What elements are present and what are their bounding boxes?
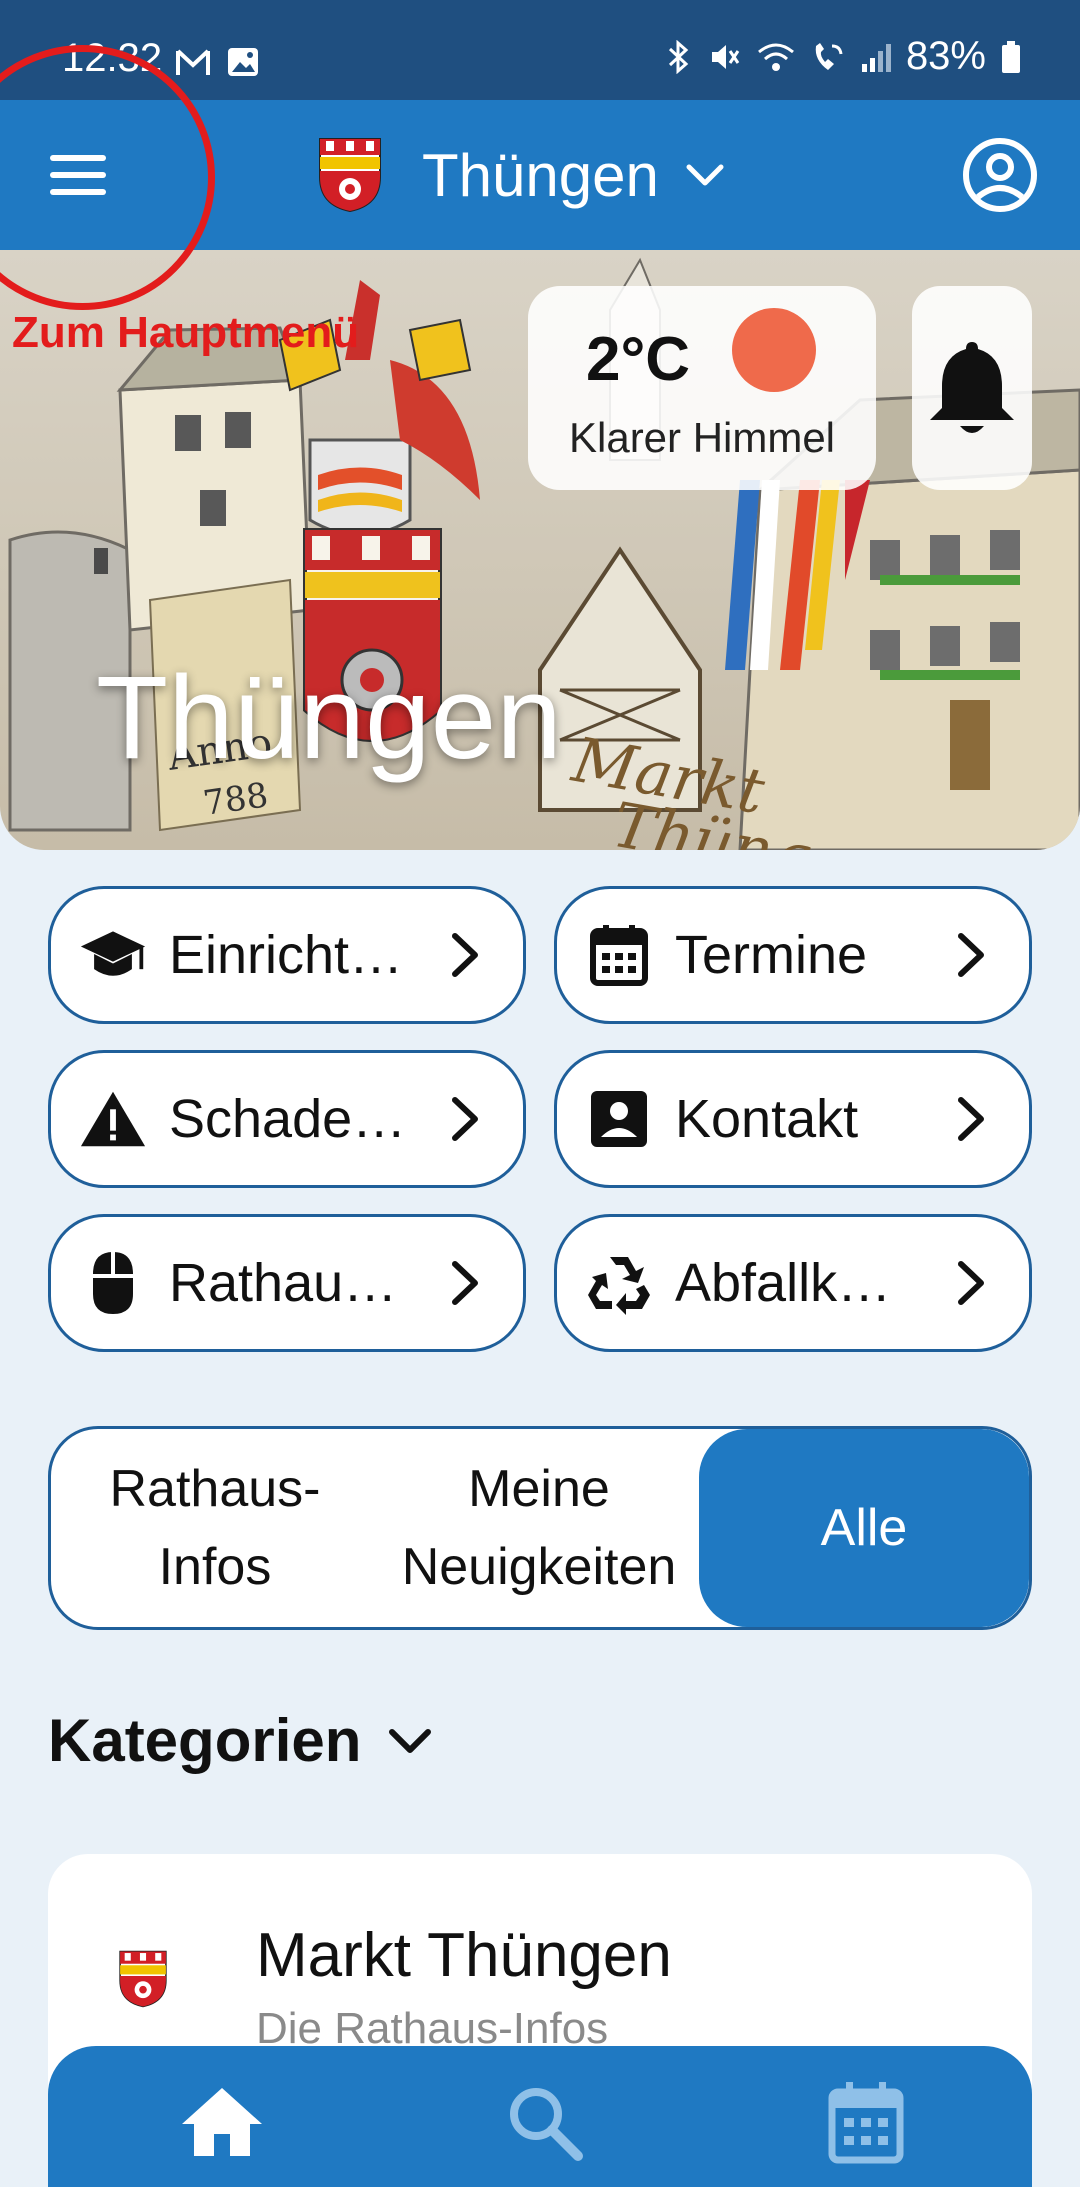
segment-label-line: Neuigkeiten bbox=[401, 1538, 677, 1596]
chevron-down-icon bbox=[686, 164, 724, 186]
gallery-icon bbox=[228, 48, 258, 76]
status-system-icons: 83% bbox=[664, 34, 1022, 79]
card-title: Markt Thüngen bbox=[256, 1921, 672, 1990]
sun-icon bbox=[732, 308, 816, 392]
categories-title: Kategorien bbox=[48, 1707, 362, 1774]
nav-search[interactable] bbox=[494, 2072, 594, 2172]
news-filter-segmented-control: Rathaus- Infos Meine Neuigkeiten Alle bbox=[48, 1426, 1032, 1630]
mouse-icon bbox=[79, 1249, 147, 1317]
quick-link-kontakt[interactable]: Kontakt bbox=[554, 1050, 1032, 1188]
gmail-icon bbox=[176, 49, 210, 75]
contact-card-icon bbox=[585, 1085, 653, 1153]
segment-label-line: Rathaus- bbox=[109, 1460, 321, 1518]
chevron-right-icon bbox=[958, 933, 984, 977]
quick-link-schadensmeldung[interactable]: Schade… bbox=[48, 1050, 526, 1188]
hero-title: Thüngen bbox=[96, 652, 562, 784]
wifi-icon bbox=[757, 43, 794, 71]
chevron-down-icon bbox=[389, 1728, 432, 1753]
calendar-icon bbox=[585, 921, 653, 989]
calendar-icon bbox=[828, 2082, 904, 2164]
wifi-call-icon bbox=[815, 42, 843, 70]
bluetooth-icon bbox=[668, 39, 689, 74]
status-notification-icons bbox=[176, 46, 260, 78]
chevron-right-icon bbox=[452, 1261, 478, 1305]
chevron-right-icon bbox=[452, 933, 478, 977]
graduation-cap-icon bbox=[79, 921, 147, 989]
segment-label: Alle bbox=[820, 1499, 908, 1557]
chevron-right-icon bbox=[452, 1097, 478, 1141]
mute-icon bbox=[711, 44, 740, 69]
quick-links-grid: Einricht… Termine Schade… Kontakt Rathau… bbox=[48, 886, 1032, 1352]
segment-label-line: Infos bbox=[158, 1538, 272, 1596]
town-coat-of-arms-icon bbox=[319, 138, 381, 213]
quick-link-label: Termine bbox=[675, 925, 868, 985]
nav-calendar[interactable] bbox=[816, 2072, 916, 2172]
quick-link-label: Rathau… bbox=[169, 1253, 398, 1313]
chevron-right-icon bbox=[958, 1261, 984, 1305]
search-icon bbox=[510, 2088, 583, 2161]
quick-link-label: Schade… bbox=[169, 1089, 407, 1149]
weather-description: Klarer Himmel bbox=[568, 414, 836, 461]
quick-link-einrichtungen[interactable]: Einricht… bbox=[48, 886, 526, 1024]
quick-link-rathaus[interactable]: Rathau… bbox=[48, 1214, 526, 1352]
weather-temperature: 2°C bbox=[586, 325, 691, 394]
categories-toggle[interactable]: Kategorien bbox=[48, 1706, 433, 1775]
recycle-icon bbox=[585, 1249, 653, 1317]
signal-icon bbox=[861, 43, 891, 72]
account-circle-icon[interactable] bbox=[960, 135, 1040, 215]
battery-icon bbox=[1002, 40, 1020, 73]
battery-percent: 83% bbox=[905, 34, 986, 78]
home-icon bbox=[182, 2088, 262, 2156]
notifications-button[interactable] bbox=[912, 286, 1032, 490]
quick-link-label: Kontakt bbox=[675, 1089, 859, 1149]
chevron-right-icon bbox=[958, 1097, 984, 1141]
nav-home[interactable] bbox=[172, 2072, 272, 2172]
segment-rathaus-infos[interactable]: Rathaus- Infos bbox=[51, 1429, 379, 1627]
quick-link-label: Einricht… bbox=[169, 925, 404, 985]
quick-link-abfallkalender[interactable]: Abfallk… bbox=[554, 1214, 1032, 1352]
bell-icon bbox=[930, 342, 1014, 433]
segment-alle[interactable]: Alle bbox=[699, 1429, 1029, 1627]
annotation-label: Zum Hauptmenü bbox=[12, 308, 360, 357]
quick-link-termine[interactable]: Termine bbox=[554, 886, 1032, 1024]
bottom-navigation bbox=[48, 2046, 1032, 2187]
weather-card[interactable]: 2°C Klarer Himmel bbox=[528, 286, 876, 490]
segment-label-line: Meine bbox=[468, 1460, 610, 1518]
town-name: Thüngen bbox=[422, 141, 659, 209]
quick-link-label: Abfallk… bbox=[675, 1253, 892, 1313]
segment-meine-neuigkeiten[interactable]: Meine Neuigkeiten bbox=[379, 1429, 699, 1627]
town-coat-of-arms-icon bbox=[119, 1950, 167, 2008]
town-selector[interactable]: Thüngen bbox=[318, 128, 725, 222]
warning-icon bbox=[79, 1085, 147, 1153]
